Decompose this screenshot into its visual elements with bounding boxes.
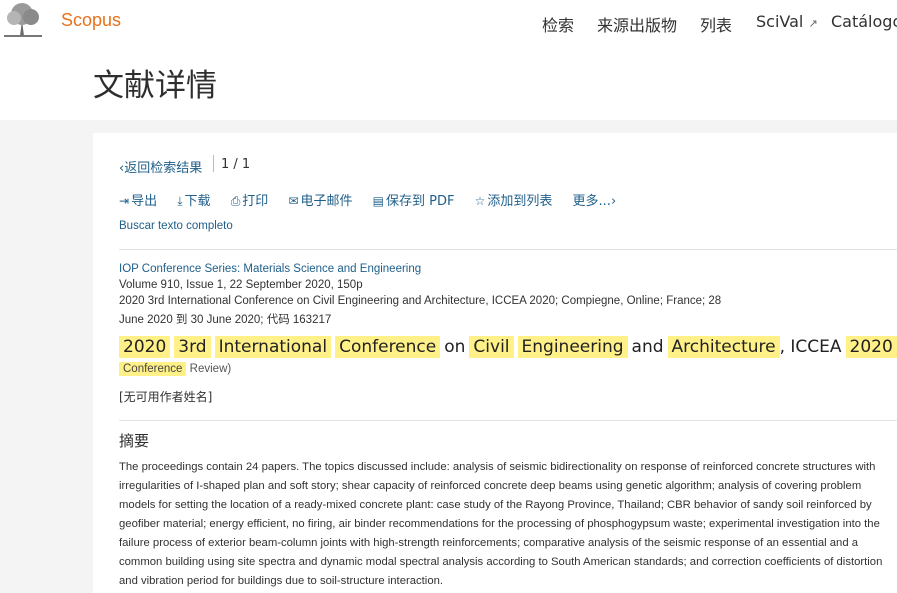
title-word: International <box>214 336 332 358</box>
nav-lists[interactable]: 列表 <box>700 12 732 36</box>
nav-scival-label: SciVal <box>756 12 804 31</box>
elsevier-tree-logo-icon[interactable] <box>0 0 46 38</box>
print-label: 打印 <box>242 194 269 209</box>
document-title: 2020 3rd International Conference on Civil Eng… <box>119 336 897 358</box>
printer-icon: ⎙ <box>230 194 241 208</box>
title-word: Civil <box>469 336 514 358</box>
nav-scival[interactable]: SciVal ↗ <box>756 12 818 31</box>
nav-catalog[interactable]: Catálogo e <box>831 12 897 31</box>
save-pdf-button[interactable]: ▤ 保存到 PDF <box>373 190 455 209</box>
title-word: and <box>631 337 664 357</box>
download-icon: ⤓ <box>177 194 183 208</box>
find-full-text-link[interactable]: Buscar texto completo <box>119 220 233 232</box>
more-label: 更多... <box>572 194 611 209</box>
print-button[interactable]: ⎙ 打印 <box>231 190 269 209</box>
more-button[interactable]: 更多...› <box>573 190 617 209</box>
document-type: Conference Review) <box>119 362 232 376</box>
scopus-logo[interactable]: Scopus <box>61 10 121 31</box>
divider <box>119 249 897 250</box>
external-link-icon: ↗ <box>808 17 818 30</box>
result-pager: 1 / 1 <box>221 157 251 172</box>
back-to-results-link[interactable]: ‹返回检索结果 <box>119 157 202 176</box>
export-icon: ⇥ <box>119 194 130 208</box>
email-label: 电子邮件 <box>300 194 353 209</box>
abstract-text: The proceedings contain 24 papers. The t… <box>119 461 883 587</box>
document-type-label: Conference <box>119 362 187 376</box>
volume-info: Volume 910, Issue 1, 22 September 2020, … <box>119 279 363 291</box>
document-details-card: ‹返回检索结果 1 / 1 ⇥ 导出 ⤓ 下载 ⎙ 打印 ✉ 电子邮件 ▤ 保存到 PDF… <box>93 133 897 593</box>
email-button[interactable]: ✉ 电子邮件 <box>288 190 352 209</box>
chevron-right-icon: › <box>610 194 617 209</box>
conference-info-line2: June 2020 到 30 June 2020; 代码 163217 <box>119 314 332 326</box>
breadcrumb-divider <box>213 155 214 172</box>
title-word: , ICCEA <box>779 337 842 357</box>
export-button[interactable]: ⇥ 导出 <box>119 190 157 209</box>
pdf-document-icon: ▤ <box>372 194 385 208</box>
back-to-results-label: 返回检索结果 <box>124 161 203 176</box>
source-title-link[interactable]: IOP Conference Series: Materials Science… <box>119 263 421 275</box>
download-button[interactable]: ⤓ 下载 <box>177 190 210 209</box>
export-label: 导出 <box>131 194 158 209</box>
nav-search[interactable]: 检索 <box>542 12 574 36</box>
title-word: Conference <box>335 336 441 358</box>
title-word: Architecture <box>667 336 780 358</box>
title-word: 3rd <box>174 336 211 358</box>
envelope-icon: ✉ <box>288 194 299 208</box>
save-pdf-label: 保存到 PDF <box>386 194 455 209</box>
star-icon: ☆ <box>474 194 486 208</box>
abstract-heading: 摘要 <box>119 432 150 450</box>
title-word: Engineering <box>517 336 628 358</box>
page-title: 文献详情 <box>93 68 217 104</box>
title-word: 2020 <box>845 336 897 358</box>
document-toolbar: ⇥ 导出 ⤓ 下载 ⎙ 打印 ✉ 电子邮件 ▤ 保存到 PDF ☆ 添加到列表 更多...› <box>119 190 632 209</box>
authors: [无可用作者姓名] <box>119 390 213 404</box>
title-word: 2020 <box>119 336 171 358</box>
conference-info-line1: 2020 3rd International Conference on Civ… <box>119 295 722 307</box>
add-to-list-label: 添加到列表 <box>487 194 553 209</box>
header: Scopus 检索 来源出版物 列表 SciVal ↗ Catálogo e 文… <box>0 0 897 120</box>
document-type-rest: Review) <box>189 363 232 375</box>
title-word: on <box>444 337 466 357</box>
nav-sources[interactable]: 来源出版物 <box>597 12 677 36</box>
add-to-list-button[interactable]: ☆ 添加到列表 <box>475 190 553 209</box>
download-label: 下载 <box>184 194 211 209</box>
divider <box>119 420 897 421</box>
